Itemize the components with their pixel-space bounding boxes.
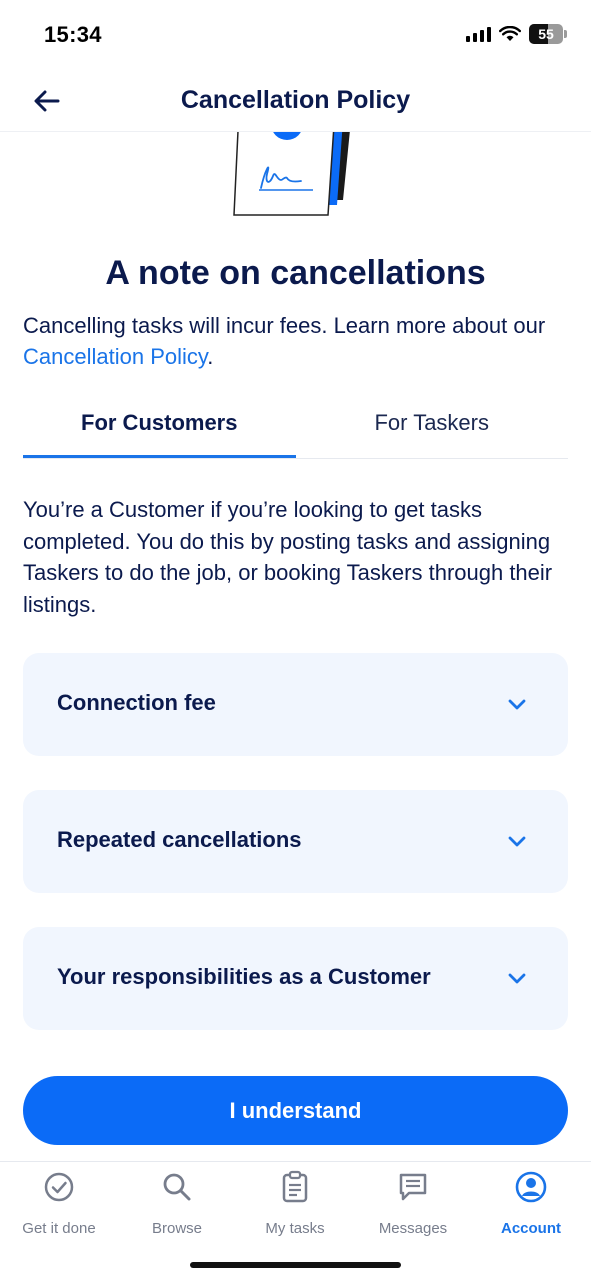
page-title: Cancellation Policy	[180, 86, 411, 114]
account-icon	[515, 1171, 547, 1203]
tab-for-taskers[interactable]: For Taskers	[296, 396, 569, 458]
app-header: Cancellation Policy	[0, 70, 591, 132]
cancellation-policy-link[interactable]: Cancellation Policy	[23, 344, 207, 369]
headline: A note on cancellations	[105, 254, 486, 292]
status-bar: 15:34 55	[0, 0, 591, 70]
nav-label: Account	[501, 1220, 561, 1237]
home-indicator	[190, 1262, 401, 1268]
battery-level: 55	[538, 26, 554, 42]
accordion-title: Your responsibilities as a Customer	[57, 964, 431, 989]
nav-my-tasks[interactable]: My tasks	[236, 1170, 354, 1237]
clipboard-icon	[282, 1170, 308, 1203]
nav-account[interactable]: Account	[472, 1170, 590, 1237]
intro-text: Cancelling tasks will incur fees. Learn …	[23, 310, 571, 372]
cellular-signal-icon	[466, 26, 491, 42]
status-icons: 55	[466, 24, 567, 44]
nav-get-it-done[interactable]: Get it done	[0, 1170, 118, 1237]
battery-icon: 55	[529, 24, 567, 44]
intro-text-before: Cancelling tasks will incur fees. Learn …	[23, 313, 546, 338]
status-time: 15:34	[44, 22, 102, 47]
nav-label: My tasks	[265, 1220, 325, 1237]
chevron-down-icon	[508, 836, 526, 847]
accordion-title: Connection fee	[57, 690, 216, 715]
nav-label: Browse	[151, 1220, 203, 1237]
nav-label: Get it done	[22, 1220, 96, 1237]
chevron-down-icon	[508, 973, 526, 984]
signed-document-illustration	[225, 130, 360, 220]
accordion-repeated-cancellations[interactable]: Repeated cancellations	[23, 790, 568, 893]
wifi-icon	[499, 26, 521, 41]
accordion-connection-fee[interactable]: Connection fee	[23, 653, 568, 756]
chat-icon	[399, 1173, 427, 1201]
nav-browse[interactable]: Browse	[118, 1170, 236, 1237]
i-understand-button[interactable]: I understand	[23, 1076, 568, 1145]
search-icon	[163, 1173, 191, 1201]
check-circle-icon	[44, 1172, 74, 1202]
nav-messages[interactable]: Messages	[354, 1170, 472, 1237]
tab-bar: For Customers For Taskers	[23, 396, 568, 459]
accordion-title: Repeated cancellations	[57, 827, 302, 852]
tab-for-customers[interactable]: For Customers	[23, 396, 296, 458]
intro-text-after: .	[207, 344, 214, 369]
accordion-customer-responsibilities[interactable]: Your responsibilities as a Customer	[23, 927, 568, 1030]
nav-label: Messages	[378, 1220, 448, 1237]
chevron-down-icon	[508, 699, 526, 710]
customer-description: You’re a Customer if you’re looking to g…	[23, 497, 553, 617]
